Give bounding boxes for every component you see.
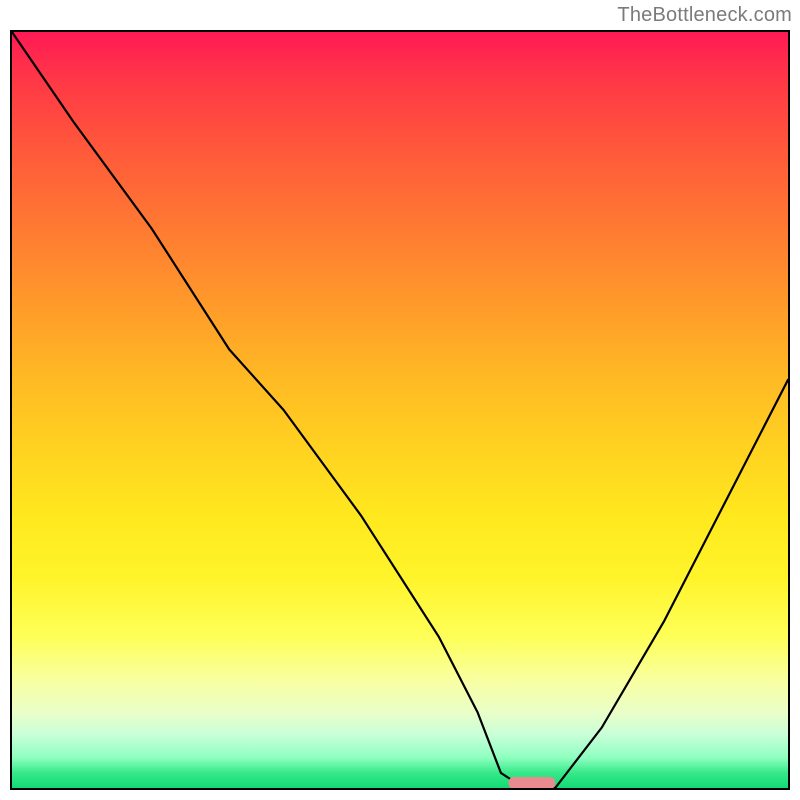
curve-layer — [12, 32, 788, 788]
plot-area — [10, 30, 790, 790]
bottleneck-curve-line — [12, 32, 788, 788]
optimum-marker — [509, 777, 556, 788]
bottleneck-chart: TheBottleneck.com — [0, 0, 800, 800]
watermark-text: TheBottleneck.com — [617, 4, 792, 27]
